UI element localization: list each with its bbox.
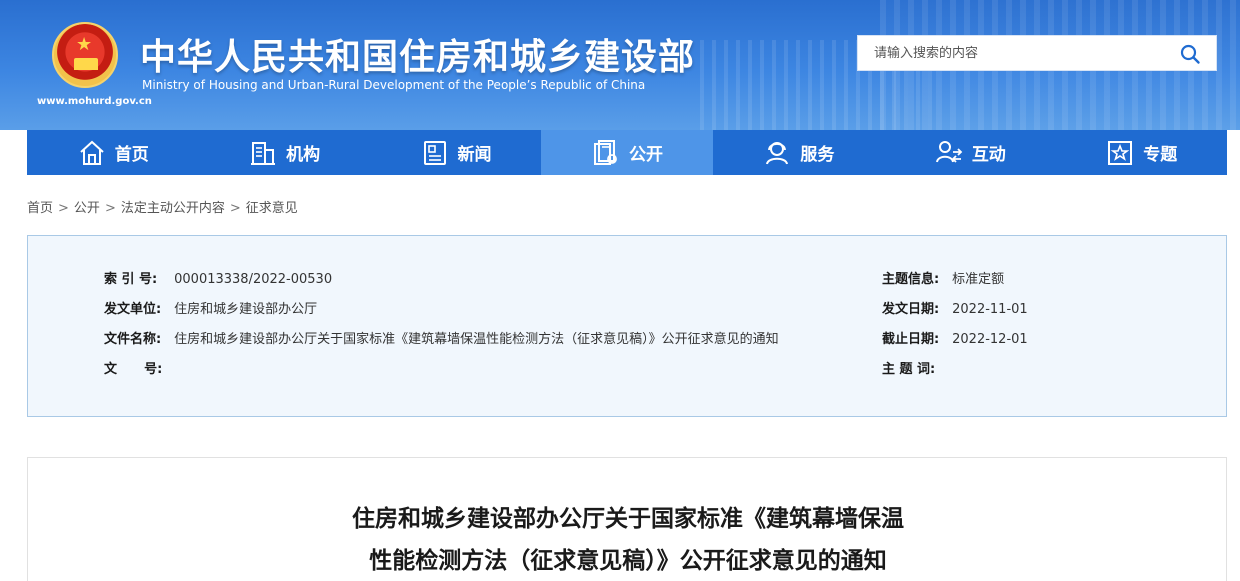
site-title[interactable]: 中华人民共和国住房和城乡建设部 [140,28,695,80]
article-container: 住房和城乡建设部办公厅关于国家标准《建筑幕墙保温 性能检测方法（征求意见稿）》公… [27,457,1227,581]
info-docno-row: 文 号: [104,358,170,377]
nav-item-label: 机构 [286,145,321,165]
info-keywords-row: 主 题 词: [882,358,948,377]
info-date-value: 2022-11-01 [952,302,1028,317]
info-filename-label: 文件名称: [104,332,162,347]
site-header: ★ www.mohurd.gov.cn 中华人民共和国住房和城乡建设部 Mini… [0,0,1240,130]
nav-item-label: 服务 [800,145,835,165]
nav-item-news[interactable]: 新闻 [370,130,541,175]
info-unit-label: 发文单位: [104,302,162,317]
search-icon[interactable] [1178,42,1202,66]
service-icon [766,141,789,164]
search-input[interactable] [858,36,1168,70]
interaction-icon [935,140,963,163]
home-icon [80,140,104,165]
article-title-line-1: 住房和城乡建设部办公厅关于国家标准《建筑幕墙保温 [352,506,904,532]
nav-item-home[interactable]: 首页 [27,130,198,175]
info-index-value: 000013338/2022-00530 [174,272,333,287]
info-date-row: 发文日期: 2022-11-01 [882,298,1028,317]
nav-item-label: 互动 [971,145,1006,165]
national-emblem-icon[interactable]: ★ [52,22,118,88]
info-unit-row: 发文单位: 住房和城乡建设部办公厅 [104,298,317,317]
breadcrumb-item-home[interactable]: 首页 [27,201,53,216]
emblem-star-icon: ★ [76,34,93,55]
info-keywords-label: 主 题 词: [882,362,936,377]
breadcrumb: 首页 > 公开 > 法定主动公开内容 > 征求意见 [27,197,298,216]
info-docno-label: 文 号: [104,362,163,377]
breadcrumb-separator: > [229,201,241,216]
info-index-label: 索 引 号: [104,272,158,287]
document-info-panel: 索 引 号: 000013338/2022-00530 发文单位: 住房和城乡建… [27,235,1227,417]
breadcrumb-separator: > [58,201,69,216]
nav-item-label: 新闻 [457,145,492,165]
info-index-row: 索 引 号: 000013338/2022-00530 [104,268,332,287]
article-title-line-2: 性能检测方法（征求意见稿）》公开征求意见的通知 [369,548,887,574]
topic-icon [1108,140,1133,165]
info-deadline-row: 截止日期: 2022-12-01 [882,328,1028,347]
site-subtitle: Ministry of Housing and Urban-Rural Deve… [142,78,646,92]
info-topic-row: 主题信息: 标准定额 [882,268,1004,287]
info-date-label: 发文日期: [882,302,940,317]
info-deadline-value: 2022-12-01 [952,332,1028,347]
nav-item-label: 首页 [114,145,149,165]
main-nav: 首页 机构 新闻 公开 服务 互动 专题 [27,130,1227,175]
breadcrumb-item-public[interactable]: 公开 [74,201,100,216]
article-title: 住房和城乡建设部办公厅关于国家标准《建筑幕墙保温 性能检测方法（征求意见稿）》公… [28,498,1228,581]
info-topic-label: 主题信息: [882,272,940,287]
info-topic-value: 标准定额 [952,272,1005,287]
nav-item-label: 公开 [628,145,663,165]
info-filename-value: 住房和城乡建设部办公厅关于国家标准《建筑幕墙保温性能检测方法（征求意见稿）》公开… [174,332,779,347]
nav-item-organization[interactable]: 机构 [198,130,369,175]
building-icon [251,141,276,165]
info-filename-row: 文件名称: 住房和城乡建设部办公厅关于国家标准《建筑幕墙保温性能检测方法（征求意… [104,328,779,347]
breadcrumb-separator: > [104,201,116,216]
news-icon [423,140,446,165]
info-deadline-label: 截止日期: [882,332,940,347]
nav-item-service[interactable]: 服务 [713,130,884,175]
breadcrumb-item-consultation[interactable]: 征求意见 [246,201,298,216]
emblem-gate-icon [74,58,98,70]
breadcrumb-item-statutory[interactable]: 法定主动公开内容 [121,201,225,216]
info-unit-value: 住房和城乡建设部办公厅 [174,302,318,317]
site-url: www.mohurd.gov.cn [37,96,152,107]
document-icon [593,139,617,165]
nav-item-public[interactable]: 公开 [541,130,713,175]
search-box [857,35,1217,71]
nav-item-interaction[interactable]: 互动 [884,130,1055,175]
nav-item-label: 专题 [1143,145,1178,165]
nav-item-topic[interactable]: 专题 [1056,130,1227,175]
